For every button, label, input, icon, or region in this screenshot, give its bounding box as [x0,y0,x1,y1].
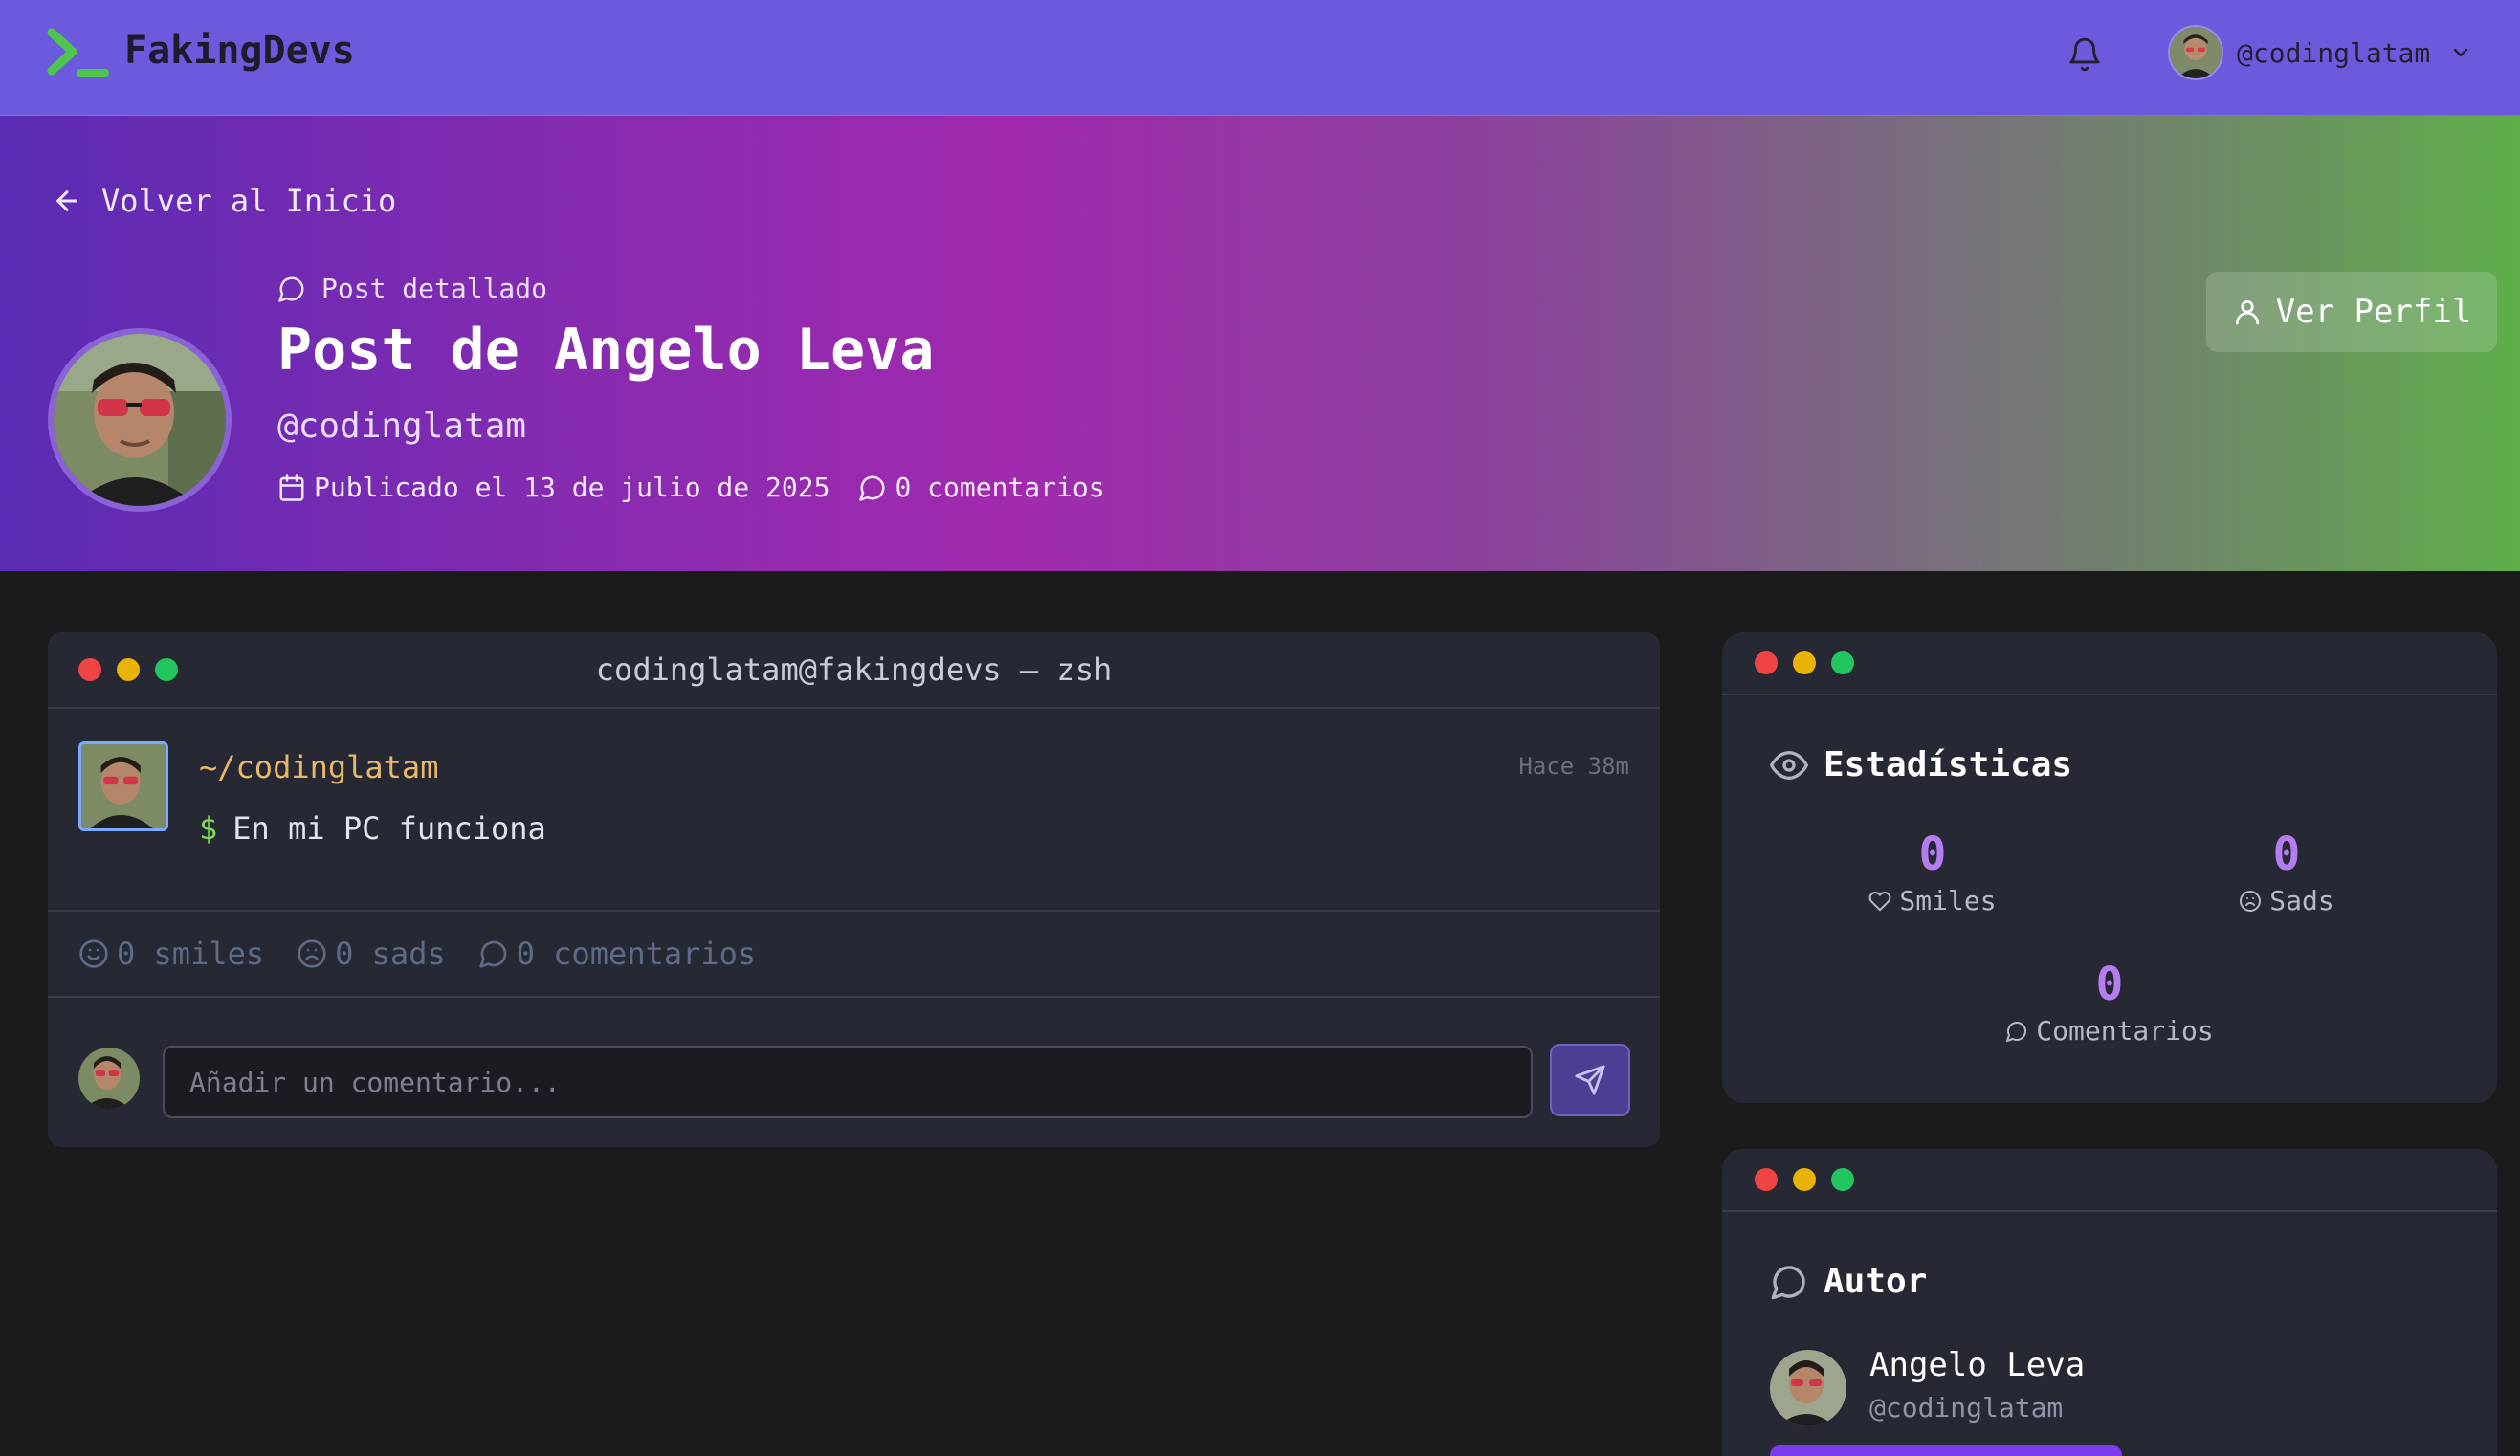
sads-label: Sads [2143,885,2430,916]
terminal-title: codinglatam@fakingdevs — zsh [595,651,1113,688]
avatar [2168,25,2223,80]
comments-count: 0 comentarios [516,936,757,972]
post-body: ~/codinglatam Hace 38m $ En mi PC funcion… [48,711,1660,910]
comment-input[interactable] [163,1046,1533,1118]
post-type-tag: Post detallado [277,273,547,304]
comments-label: Comentarios [1966,1015,2253,1047]
panel-header [1722,632,2497,695]
view-profile-button[interactable]: Ver Perfil [2206,272,2497,352]
user-menu[interactable]: @codinglatam [2168,23,2472,82]
close-dot [1755,651,1778,674]
stat-sads: 0 Sads [2143,827,2430,916]
author-avatar-large [48,328,232,512]
message-icon [278,276,304,302]
user-icon [2235,300,2259,325]
arrow-left-icon [56,190,77,211]
avatar[interactable] [1770,1350,1846,1426]
maximize-dot [1831,1168,1854,1191]
comments-label-text: Comentarios [2036,1015,2214,1047]
smile-icon [79,939,108,968]
panel-header [1722,1149,2497,1212]
close-dot [1755,1168,1778,1191]
author-title-label: Autor [1824,1262,1928,1301]
top-navbar: FakingDevs @codinglatam [0,0,2520,116]
comments-button[interactable]: 0 comentarios [478,936,756,972]
window-controls [1755,1168,1869,1191]
author-title: Autor [1770,1262,1927,1301]
user-handle: @codinglatam [2237,36,2431,69]
avatar[interactable] [78,741,168,831]
back-link-label: Volver al Inicio [101,183,397,219]
stats-title: Estadísticas [1770,745,2072,784]
maximize-dot [1831,651,1854,674]
sad-button[interactable]: 0 sads [297,936,446,972]
sads-label-text: Sads [2269,885,2334,916]
post-meta: Publicado el 13 de julio de 2025 0 comen… [277,472,1105,503]
message-icon [1771,1265,1805,1299]
timestamp: Hace 38m [1518,753,1629,780]
author-name[interactable]: Angelo Leva [1869,1346,2085,1384]
post-terminal-card: codinglatam@fakingdevs — zsh ~/codinglat… [48,632,1660,1147]
published-date: Publicado el 13 de julio de 2025 [314,472,830,503]
user-path[interactable]: ~/codinglatam [199,749,438,785]
send-comment-button[interactable] [1550,1044,1630,1116]
author-handle: @codinglatam [1869,1392,2064,1423]
smile-button[interactable]: 0 smiles [78,936,264,972]
message-icon [479,940,507,968]
frown-icon [2240,890,2262,912]
stats-panel: Estadísticas 0 Smiles 0 Sads 0 Comentari… [1722,632,2497,1103]
window-controls [1755,651,1869,674]
minimize-dot [1793,651,1816,674]
minimize-dot [1793,1168,1816,1191]
terminal-logo-icon[interactable] [46,27,109,80]
post-content: $ En mi PC funciona [199,810,546,847]
reaction-bar: 0 smiles 0 sads 0 comentarios [48,910,1660,998]
send-icon [1575,1065,1605,1095]
smile-count: 0 smiles [117,936,265,972]
post-hero: Volver al Inicio Post detallado Post de … [0,116,2520,571]
stats-title-label: Estadísticas [1824,745,2073,784]
eye-icon [1770,750,1808,780]
smiles-value: 0 [1918,827,1947,881]
author-panel: Autor Angelo Leva @codinglatam [1722,1149,2497,1456]
comments-value: 0 [2095,958,2124,1011]
post-text: En mi PC funciona [232,810,546,847]
calendar-icon [279,474,304,501]
sads-value: 0 [2272,827,2301,881]
post-tag-label: Post detallado [321,273,548,304]
author-handle: @codinglatam [277,407,527,446]
smiles-label: Smiles [1789,885,2076,916]
back-to-home-link[interactable]: Volver al Inicio [52,183,396,219]
smiles-label-text: Smiles [1899,885,1997,916]
author-action-button[interactable] [1770,1445,2122,1456]
sad-count: 0 sads [335,936,446,972]
terminal-header: codinglatam@fakingdevs — zsh [48,632,1660,709]
stat-comments: 0 Comentarios [1966,958,2253,1047]
stat-smiles: 0 Smiles [1789,827,2076,916]
page-title: Post de Angelo Leva [277,317,935,384]
comment-count: 0 comentarios [895,472,1105,503]
prompt-symbol: $ [199,810,218,847]
brand-name[interactable]: FakingDevs [124,29,355,73]
frown-icon [298,939,326,968]
message-icon [2006,1021,2027,1042]
view-profile-label: Ver Perfil [2275,293,2472,331]
chevron-down-icon[interactable] [2449,41,2472,64]
bell-icon[interactable] [2067,34,2103,75]
avatar [78,1048,140,1109]
message-icon [859,475,885,501]
comment-composer [48,1000,1660,1147]
heart-icon [1869,891,1891,911]
